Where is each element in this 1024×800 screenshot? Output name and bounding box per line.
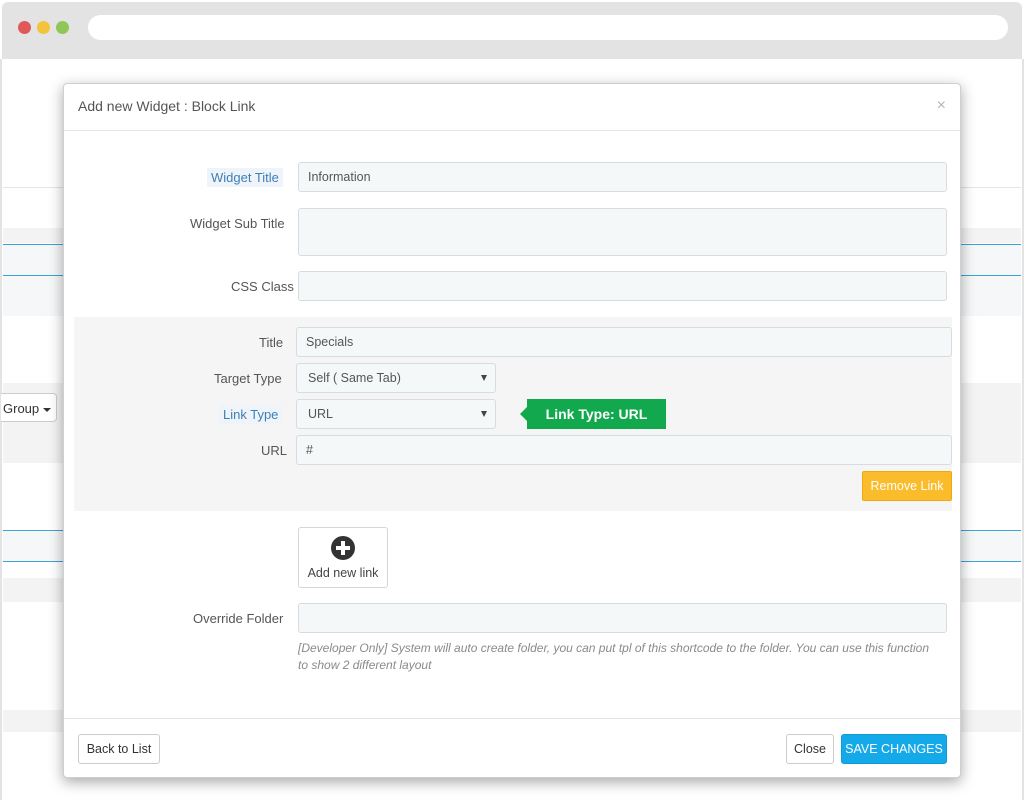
- modal-title: Add new Widget : Block Link: [78, 98, 256, 114]
- add-new-link-button[interactable]: Add new link: [298, 527, 388, 588]
- link-type-value: URL: [308, 407, 334, 421]
- widget-title-label: Widget Title: [207, 168, 283, 187]
- add-widget-modal: Add new Widget : Block Link × Widget Tit…: [63, 83, 961, 778]
- modal-header: Add new Widget : Block Link ×: [64, 84, 960, 131]
- save-changes-button[interactable]: SAVE CHANGES: [841, 734, 947, 764]
- group-dropdown-button[interactable]: Group: [1, 393, 57, 422]
- link-type-label: Link Type: [219, 405, 283, 424]
- css-class-label: CSS Class: [231, 279, 294, 294]
- widget-sub-title-textarea[interactable]: [298, 208, 947, 256]
- link-title-input[interactable]: [296, 327, 952, 357]
- override-folder-input[interactable]: [298, 603, 947, 633]
- caret-down-icon: [43, 407, 52, 412]
- css-class-input[interactable]: [298, 271, 947, 301]
- group-button-label: Group: [3, 401, 40, 416]
- target-type-select[interactable]: Self ( Same Tab): [296, 363, 496, 393]
- close-window-icon[interactable]: [18, 21, 31, 34]
- target-type-label: Target Type: [214, 371, 282, 386]
- minimize-window-icon[interactable]: [37, 21, 50, 34]
- remove-link-button[interactable]: Remove Link: [862, 471, 952, 501]
- close-icon[interactable]: ×: [937, 97, 946, 115]
- browser-window: Group Add new Widget : Block Link × Widg…: [0, 0, 1024, 800]
- url-input[interactable]: [296, 435, 952, 465]
- override-folder-help-text: [Developer Only] System will auto create…: [298, 641, 930, 672]
- override-folder-label: Override Folder: [193, 611, 284, 626]
- address-bar[interactable]: [88, 15, 1008, 40]
- close-button[interactable]: Close: [786, 734, 834, 764]
- caret-down-icon: [481, 375, 487, 381]
- target-type-value: Self ( Same Tab): [308, 371, 401, 385]
- browser-toolbar: [2, 2, 1022, 59]
- add-new-link-label: Add new link: [307, 566, 379, 580]
- caret-down-icon: [481, 411, 487, 417]
- link-type-select[interactable]: URL: [296, 399, 496, 429]
- back-to-list-button[interactable]: Back to List: [78, 734, 160, 764]
- plus-circle-icon: [331, 536, 355, 560]
- modal-footer: Back to List Close SAVE CHANGES: [64, 718, 960, 778]
- link-title-label: Title: [259, 335, 284, 350]
- url-label: URL: [261, 443, 288, 458]
- widget-sub-title-label: Widget Sub Title: [190, 216, 285, 231]
- link-type-tooltip: Link Type: URL: [520, 399, 666, 429]
- widget-title-input[interactable]: [298, 162, 947, 192]
- browser-frame-left: [0, 59, 2, 800]
- maximize-window-icon[interactable]: [56, 21, 69, 34]
